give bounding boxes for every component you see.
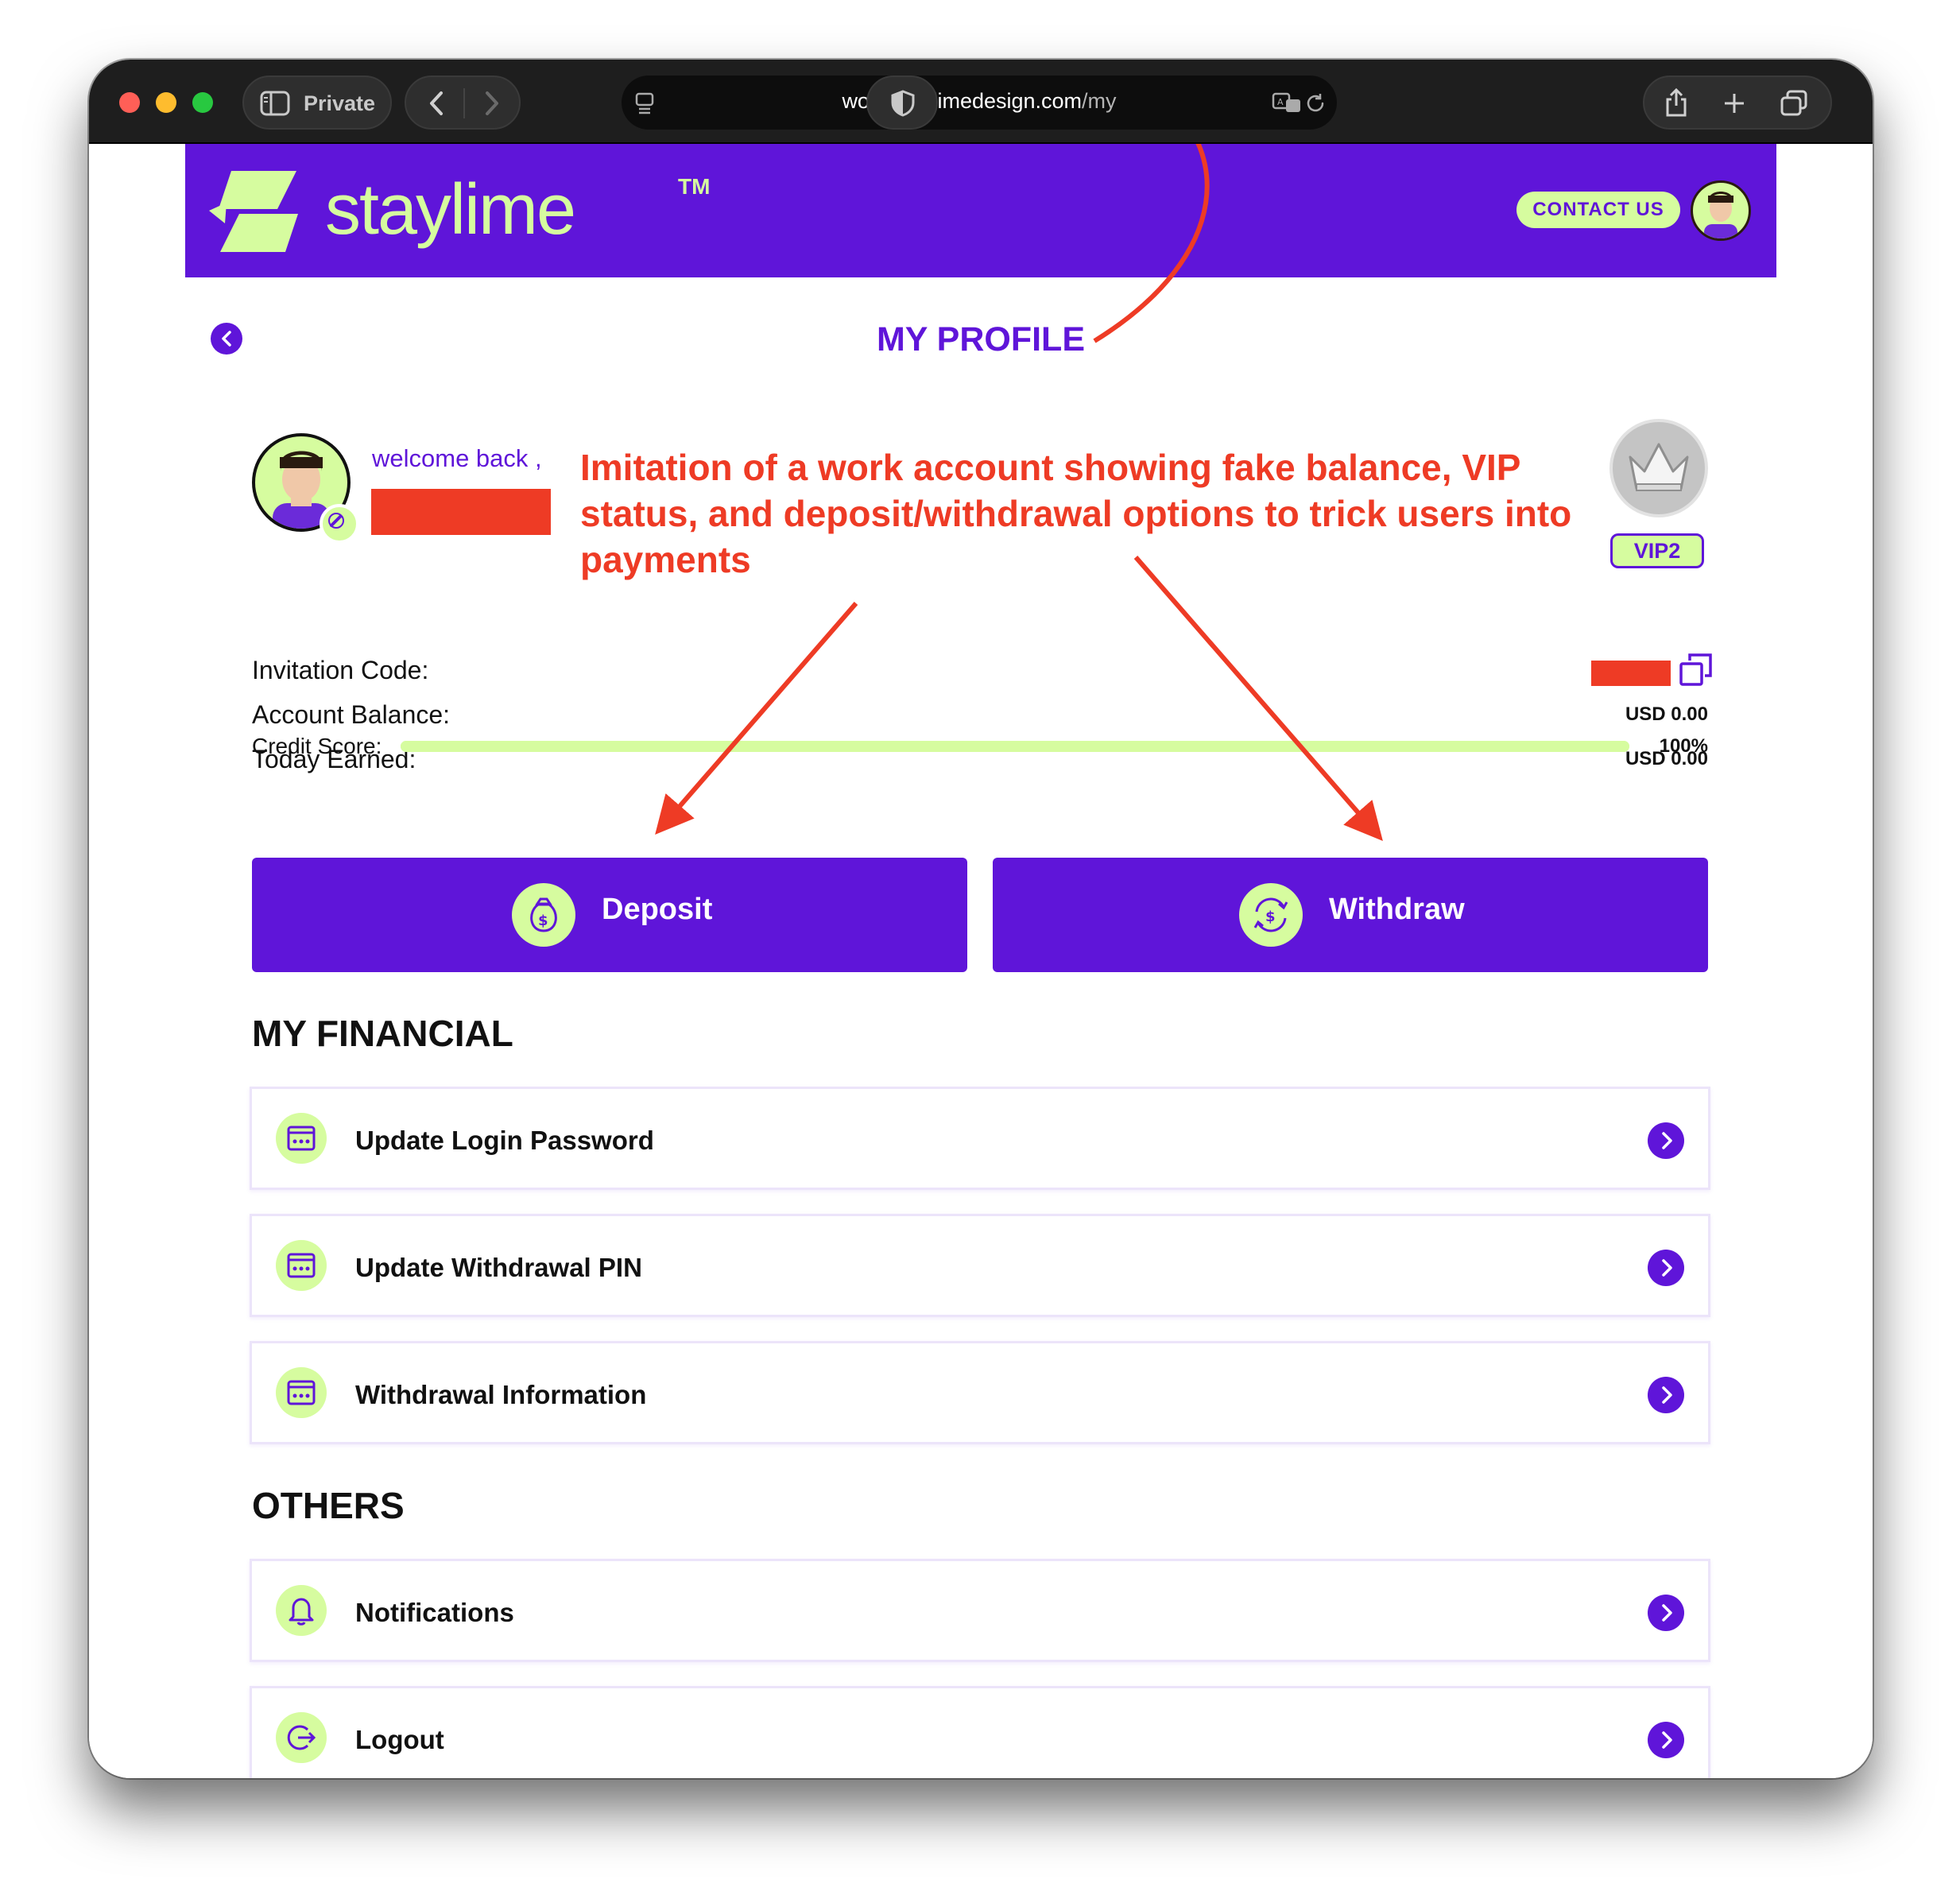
- list-item-label: Withdrawal Information: [355, 1380, 647, 1409]
- list-item-label: Notifications: [355, 1598, 514, 1627]
- private-label: Private: [304, 91, 376, 115]
- bell-icon: [276, 1585, 327, 1636]
- browser-toolbar: Private work.staylimedesign.com/my A: [89, 60, 1873, 144]
- sidebar-toggle-button[interactable]: Private: [242, 76, 392, 130]
- notifications-item[interactable]: Notifications: [250, 1559, 1710, 1662]
- browser-window: Private work.staylimedesign.com/my A sta…: [89, 60, 1873, 1778]
- password-icon: [276, 1367, 327, 1418]
- address-bar[interactable]: work.staylimedesign.com/my A: [622, 76, 1337, 130]
- list-item-label: Update Login Password: [355, 1126, 654, 1155]
- url-path: /my: [1082, 89, 1117, 113]
- annotation-arrow-url: [1093, 144, 1210, 343]
- others-heading: OTHERS: [252, 1485, 405, 1526]
- logout-item[interactable]: Logout: [250, 1686, 1710, 1778]
- svg-text:A: A: [1277, 97, 1284, 107]
- update-login-password-item[interactable]: Update Login Password: [250, 1087, 1710, 1190]
- logout-icon: [276, 1712, 327, 1763]
- new-tab-icon[interactable]: [1722, 91, 1746, 115]
- annotation-arrows: [655, 144, 1383, 842]
- back-arrow-icon[interactable]: [425, 90, 449, 117]
- nav-divider: [463, 88, 465, 118]
- annotation-arrow-deposit: [655, 602, 858, 835]
- password-icon: [276, 1113, 327, 1164]
- translate-icon[interactable]: A: [1272, 91, 1303, 115]
- minimize-window-button[interactable]: [156, 92, 176, 113]
- chevron-right-icon[interactable]: [1648, 1595, 1684, 1631]
- chevron-right-icon[interactable]: [1648, 1722, 1684, 1758]
- shield-icon: [891, 90, 915, 117]
- list-item-label: Logout: [355, 1725, 444, 1754]
- withdrawal-information-item[interactable]: Withdrawal Information: [250, 1341, 1710, 1444]
- maximize-window-button[interactable]: [192, 92, 213, 113]
- update-withdrawal-pin-item[interactable]: Update Withdrawal PIN: [250, 1214, 1710, 1317]
- chevron-right-icon[interactable]: [1648, 1377, 1684, 1413]
- tab-overview-icon[interactable]: [1780, 90, 1808, 117]
- annotation-arrow-withdraw: [1133, 556, 1383, 842]
- chevron-right-icon[interactable]: [1648, 1122, 1684, 1159]
- sidebar-icon: [260, 91, 290, 116]
- share-icon[interactable]: [1664, 87, 1689, 118]
- password-icon: [276, 1240, 327, 1291]
- navigation-buttons: [405, 76, 521, 130]
- forward-arrow-icon[interactable]: [479, 90, 503, 117]
- window-actions: [1643, 76, 1832, 130]
- reload-icon[interactable]: [1303, 91, 1327, 115]
- close-window-button[interactable]: [119, 92, 140, 113]
- chevron-right-icon[interactable]: [1648, 1250, 1684, 1286]
- web-page: staylime TM CONTACT US MY PROFILE welcom…: [89, 144, 1873, 1778]
- list-item-label: Update Withdrawal PIN: [355, 1253, 642, 1282]
- privacy-report-button[interactable]: [866, 76, 938, 130]
- url-text: work.staylimedesign.com/my: [622, 89, 1337, 114]
